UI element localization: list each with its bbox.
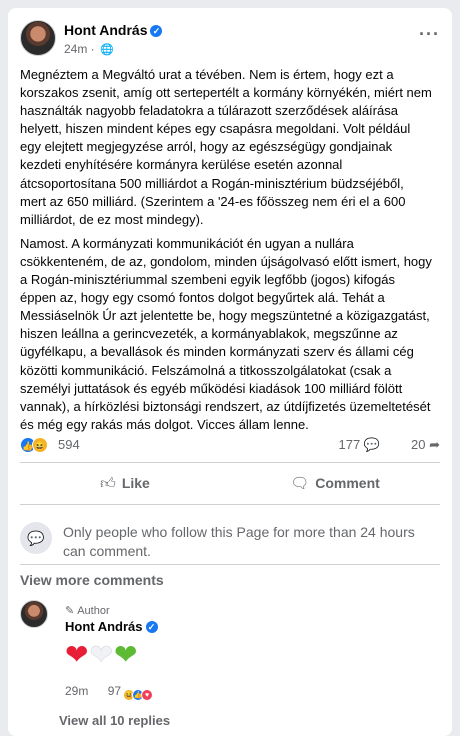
thumbs-up-icon: 👍︎ bbox=[100, 475, 116, 492]
more-options-button[interactable]: ··· bbox=[419, 24, 440, 45]
commenter-name[interactable]: Hont András ✓ bbox=[65, 619, 158, 634]
verified-badge-icon: ✓ bbox=[145, 621, 158, 633]
like-button[interactable]: 👍︎ Like bbox=[20, 468, 230, 498]
comment-icon: 🗨︎ bbox=[290, 475, 310, 492]
comment-bubble-icon: 💬 bbox=[363, 437, 380, 452]
view-replies-link[interactable]: View all 10 replies bbox=[59, 713, 170, 728]
divider bbox=[20, 564, 440, 565]
author-name-text[interactable]: Hont András bbox=[64, 22, 147, 38]
post-header: Hont András ✓ 24m · 🌐 ··· bbox=[20, 20, 440, 64]
comment-content: ❤❤❤ bbox=[65, 638, 138, 671]
view-more-comments-link[interactable]: View more comments bbox=[20, 572, 164, 588]
divider bbox=[20, 462, 440, 463]
author-avatar[interactable] bbox=[20, 20, 56, 56]
speech-bubble-icon: 💬 bbox=[20, 522, 52, 554]
divider bbox=[20, 504, 440, 505]
like-label: Like bbox=[121, 475, 150, 491]
reaction-icons[interactable]: 👍😆 bbox=[20, 437, 48, 453]
author-badge: ✎ Author bbox=[65, 604, 110, 617]
white-heart-icon: ❤ bbox=[89, 639, 114, 671]
post-stats: 👍😆 594 177 💬 20 ➦ bbox=[20, 436, 440, 456]
comment-button[interactable]: 🗨︎ Comment bbox=[230, 468, 440, 498]
reaction-count[interactable]: 594 bbox=[58, 437, 80, 452]
comment-label: Comment bbox=[315, 475, 380, 491]
post-meta: 24m · 🌐 bbox=[64, 42, 114, 56]
comment-count-value: 177 bbox=[338, 437, 361, 452]
globe-icon: 🌐 bbox=[100, 44, 114, 56]
post-paragraph: Megnéztem a Megváltó urat a tévében. Nem… bbox=[20, 67, 432, 227]
comment-restriction-notice: 💬 Only people who follow this Page for m… bbox=[20, 516, 440, 560]
verified-badge-icon: ✓ bbox=[150, 25, 163, 37]
author-name[interactable]: Hont András ✓ bbox=[64, 22, 163, 38]
post-time[interactable]: 24m bbox=[64, 42, 87, 56]
post-paragraph: Namost. A kormányzati kommunikációt én u… bbox=[20, 235, 432, 432]
pen-icon: ✎ bbox=[65, 605, 75, 617]
comment-reactions[interactable]: 97 😆👍 ♥ bbox=[107, 684, 154, 701]
commenter-avatar[interactable] bbox=[20, 600, 48, 628]
comment-reaction-count: 97 bbox=[107, 684, 122, 698]
share-count[interactable]: 20 ➦ bbox=[411, 437, 440, 453]
love-reaction-icon: ♥ bbox=[141, 689, 154, 701]
comment-count[interactable]: 177 💬 bbox=[338, 437, 380, 453]
notice-text: Only people who follow this Page for mor… bbox=[63, 524, 415, 559]
comment-item: ✎ Author Hont András ✓ ❤❤❤ 29m 97 😆👍 ♥ bbox=[20, 598, 440, 708]
share-arrow-icon: ➦ bbox=[429, 437, 440, 452]
green-heart-icon: ❤ bbox=[113, 639, 139, 670]
commenter-name-text[interactable]: Hont András bbox=[65, 619, 143, 634]
post-card: Hont András ✓ 24m · 🌐 ··· Megnéztem a Meg… bbox=[8, 8, 452, 736]
red-heart-icon: ❤ bbox=[65, 639, 90, 670]
comment-meta: 29m 97 😆👍 ♥ bbox=[65, 684, 154, 701]
author-badge-label: Author bbox=[77, 605, 110, 617]
comment-time[interactable]: 29m bbox=[65, 684, 88, 698]
haha-reaction-icon: 😆 bbox=[32, 437, 48, 453]
post-body: Megnéztem a Megváltó urat a tévében. Nem… bbox=[20, 66, 432, 440]
post-actions: 👍︎ Like 🗨︎ Comment bbox=[20, 468, 440, 498]
share-count-value: 20 bbox=[411, 437, 426, 452]
